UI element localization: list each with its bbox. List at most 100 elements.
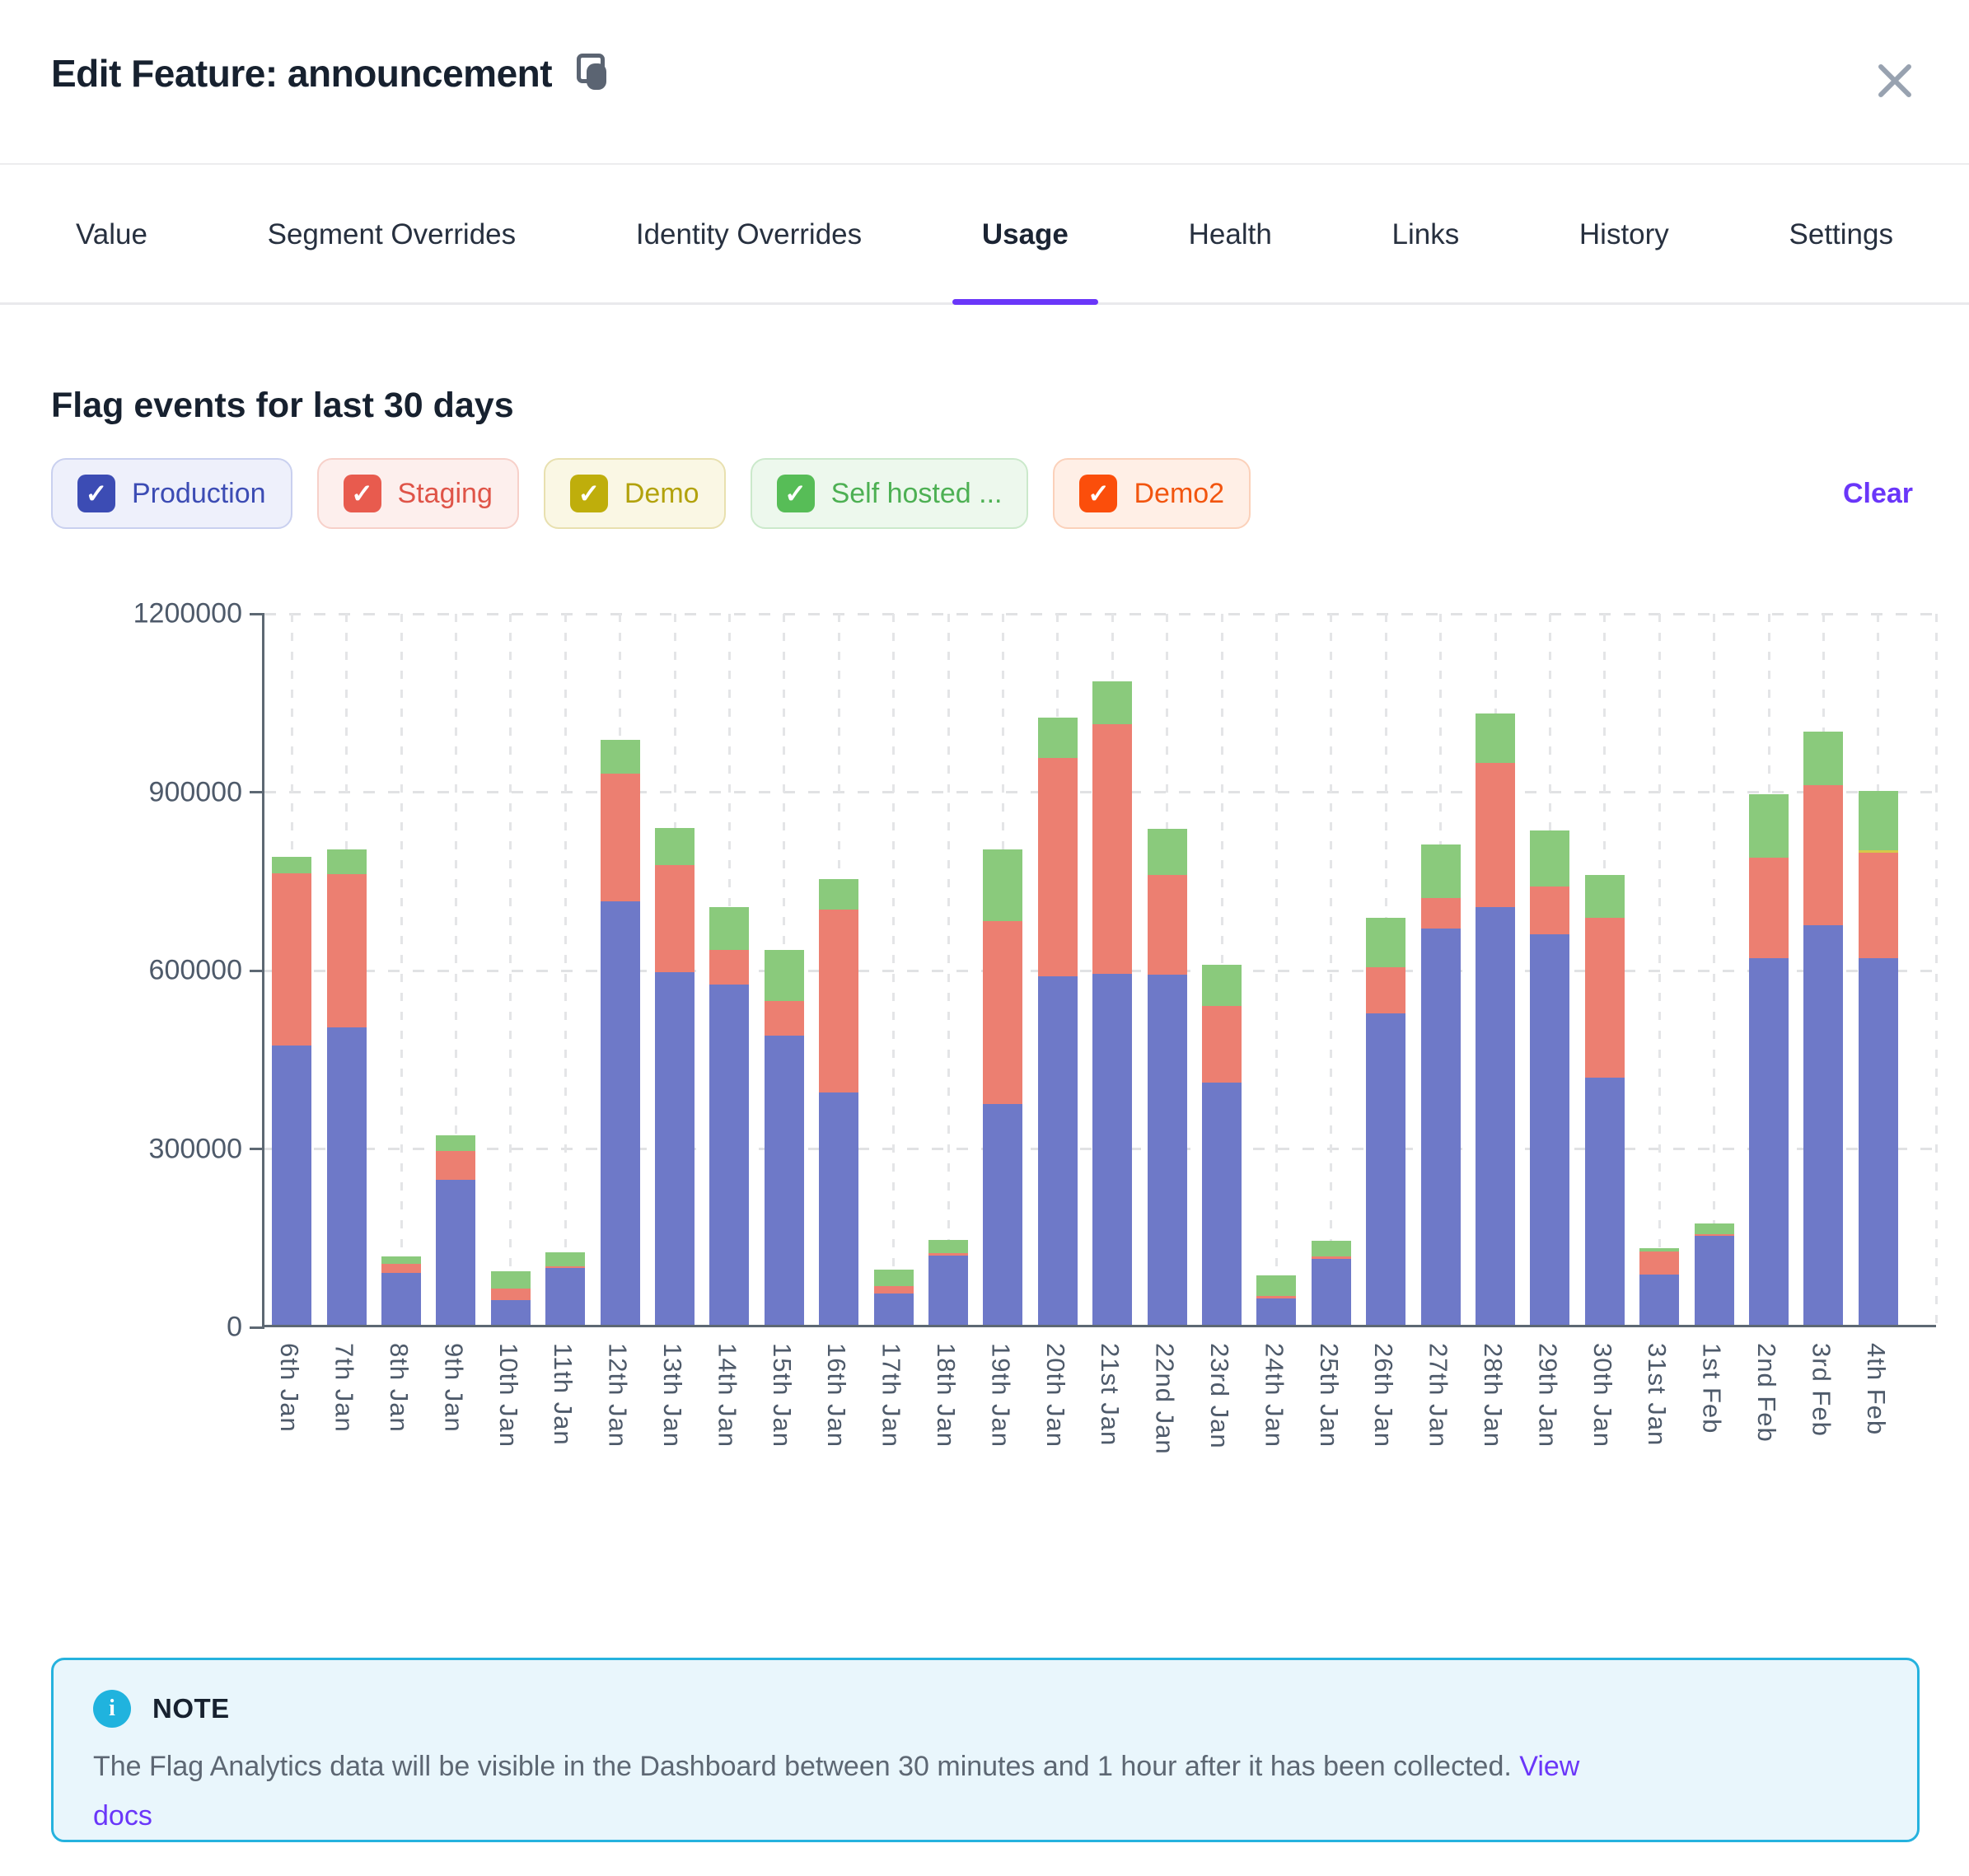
bar-10th-jan-self-hosted: [491, 1271, 531, 1289]
bar-3rd-feb-self-hosted: [1803, 732, 1843, 785]
bar-10th-jan-staging: [491, 1289, 531, 1300]
y-tick-label: 0: [227, 1312, 242, 1344]
bar-18th-jan-production: [928, 1256, 968, 1325]
bar-28th-jan-production: [1476, 907, 1515, 1325]
info-icon: i: [93, 1690, 131, 1728]
x-tick-label: 20th Jan: [1041, 1343, 1070, 1448]
bar-29th-jan-self-hosted: [1530, 830, 1569, 887]
x-tick-label: 26th Jan: [1368, 1343, 1398, 1448]
bar-21st-jan-self-hosted: [1092, 681, 1132, 724]
clear-link[interactable]: Clear: [1843, 478, 1913, 510]
tab-links[interactable]: Links: [1391, 166, 1459, 302]
check-icon: ✓: [351, 480, 373, 507]
bar-6th-jan-production: [272, 1046, 311, 1325]
note-head: i NOTE: [93, 1690, 1878, 1728]
bar-2nd-feb-self-hosted: [1749, 794, 1789, 858]
note-title: NOTE: [152, 1693, 230, 1724]
bar-22nd-jan-self-hosted: [1148, 829, 1187, 875]
bar-18th-jan-staging: [928, 1253, 968, 1256]
y-axis-labels: 03000006000009000001200000: [0, 614, 242, 1327]
bar-3rd-feb-production: [1803, 925, 1843, 1325]
legend-chip-demo2[interactable]: ✓ Demo2: [1053, 458, 1251, 529]
gridline-h: [264, 613, 1936, 615]
tab-bar: Value Segment Overrides Identity Overrides…: [0, 166, 1969, 305]
bar-28th-jan-staging: [1476, 763, 1515, 907]
tab-value[interactable]: Value: [76, 166, 147, 302]
tab-identity-overrides[interactable]: Identity Overrides: [636, 166, 862, 302]
bar-7th-jan-staging: [327, 874, 367, 1027]
bar-1st-feb-production: [1695, 1236, 1734, 1325]
bar-8th-jan-staging: [381, 1264, 421, 1274]
bar-4th-feb-demo: [1859, 850, 1898, 853]
bar-31st-jan-staging: [1639, 1251, 1679, 1275]
bar-7th-jan-self-hosted: [327, 849, 367, 874]
bar-8th-jan-production: [381, 1273, 421, 1325]
bar-26th-jan-self-hosted: [1366, 918, 1405, 966]
x-tick-label: 14th Jan: [712, 1343, 741, 1448]
bar-26th-jan-staging: [1366, 967, 1405, 1013]
x-tick-label: 6th Jan: [274, 1343, 304, 1433]
x-tick-label: 15th Jan: [767, 1343, 797, 1448]
bar-2nd-feb-staging: [1749, 858, 1789, 959]
bar-17th-jan-production: [874, 1294, 914, 1325]
legend-chip-staging[interactable]: ✓Staging: [317, 458, 519, 529]
bar-4th-feb-staging: [1859, 853, 1898, 958]
bar-24th-jan-staging: [1256, 1296, 1296, 1298]
y-tick: [250, 970, 264, 972]
bar-19th-jan-staging: [983, 921, 1022, 1104]
legend-chip-self-hosted[interactable]: ✓Self hosted ...: [751, 458, 1029, 529]
bar-22nd-jan-production: [1148, 975, 1187, 1325]
bar-4th-feb-production: [1859, 958, 1898, 1325]
close-icon[interactable]: [1873, 59, 1916, 102]
y-tick-label: 300000: [149, 1133, 242, 1165]
checkbox-production[interactable]: ✓: [77, 475, 115, 512]
bar-16th-jan-production: [819, 1092, 858, 1325]
y-tick-label: 600000: [149, 955, 242, 987]
bar-20th-jan-staging: [1038, 758, 1078, 977]
legend-chip-demo[interactable]: ✓Demo: [544, 458, 726, 529]
bar-12th-jan-production: [601, 901, 640, 1325]
note-body: The Flag Analytics data will be visible …: [93, 1743, 1625, 1841]
checkbox-demo2[interactable]: ✓: [1079, 475, 1117, 512]
bar-25th-jan-self-hosted: [1312, 1241, 1351, 1256]
legend-chip-production[interactable]: ✓Production: [51, 458, 292, 529]
gridline-v: [564, 614, 567, 1325]
gridline-v: [509, 614, 512, 1325]
y-tick: [250, 1326, 264, 1329]
bar-9th-jan-production: [436, 1180, 475, 1325]
tab-history[interactable]: History: [1579, 166, 1669, 302]
bar-13th-jan-self-hosted: [655, 828, 695, 865]
gridline-v: [1330, 614, 1332, 1325]
bar-15th-jan-self-hosted: [765, 950, 804, 1001]
copy-icon[interactable]: [575, 52, 613, 95]
tab-segment-overrides[interactable]: Segment Overrides: [268, 166, 517, 302]
bar-30th-jan-staging: [1585, 918, 1625, 1077]
bar-6th-jan-self-hosted: [272, 857, 311, 873]
x-tick-label: 25th Jan: [1314, 1343, 1344, 1448]
tab-settings[interactable]: Settings: [1789, 166, 1893, 302]
checkbox-self-hosted[interactable]: ✓: [777, 475, 815, 512]
x-tick-label: 24th Jan: [1259, 1343, 1289, 1448]
bar-1st-feb-self-hosted: [1695, 1223, 1734, 1233]
bar-21st-jan-staging: [1092, 724, 1132, 974]
checkbox-demo[interactable]: ✓: [570, 475, 608, 512]
bar-28th-jan-self-hosted: [1476, 713, 1515, 763]
bar-9th-jan-self-hosted: [436, 1135, 475, 1151]
x-tick-label: 17th Jan: [877, 1343, 906, 1448]
gridline-v: [1713, 614, 1715, 1325]
bar-23rd-jan-self-hosted: [1202, 965, 1242, 1007]
tab-usage[interactable]: Usage: [982, 166, 1069, 302]
y-tick: [250, 1148, 264, 1150]
bar-20th-jan-production: [1038, 976, 1078, 1325]
bar-27th-jan-production: [1421, 929, 1461, 1325]
y-tick-label: 900000: [149, 776, 242, 808]
bar-13th-jan-production: [655, 972, 695, 1325]
bar-14th-jan-production: [709, 985, 749, 1326]
checkbox-staging[interactable]: ✓: [344, 475, 381, 512]
modal-header: Edit Feature: announcement: [0, 0, 1969, 165]
x-tick-label: 3rd Feb: [1806, 1343, 1836, 1437]
legend-label: Demo2: [1134, 478, 1224, 510]
tab-health[interactable]: Health: [1189, 166, 1272, 302]
bar-26th-jan-production: [1366, 1013, 1405, 1325]
gridline-v: [1935, 614, 1938, 1325]
